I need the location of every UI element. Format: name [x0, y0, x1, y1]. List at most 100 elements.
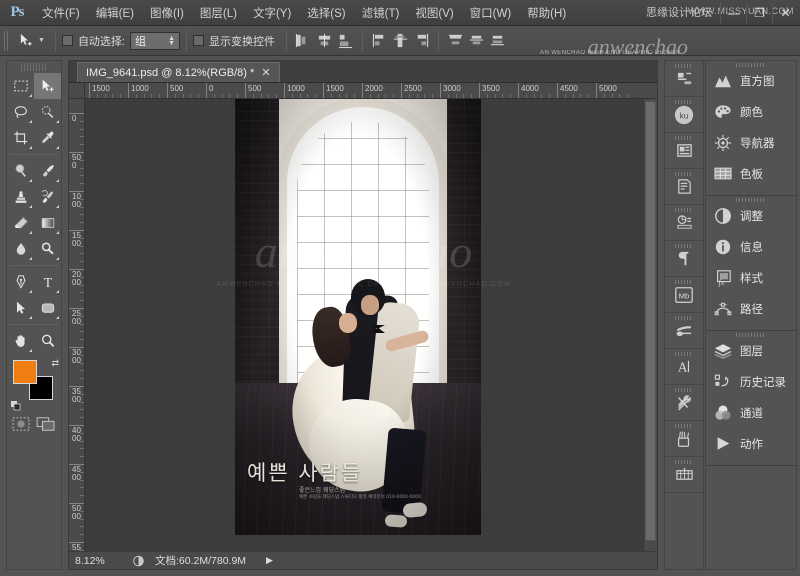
spot-healing-brush-tool[interactable] — [7, 158, 34, 184]
ruler-h-label: 0 — [206, 84, 213, 93]
paths-panel[interactable]: 路径 — [706, 293, 796, 324]
align-left-edges-icon[interactable] — [294, 31, 313, 50]
menu-item-2[interactable]: 图像(I) — [142, 2, 192, 24]
rectangular-marquee-tool[interactable] — [7, 73, 34, 99]
swatches-panel[interactable]: 色板 — [706, 158, 796, 189]
layers-panel[interactable]: 图层 — [706, 335, 796, 366]
status-more-arrow-icon[interactable]: ▶ — [266, 555, 273, 566]
canvas-vertical-scrollbar[interactable] — [643, 99, 657, 551]
character-panel-icon[interactable]: A — [665, 349, 703, 385]
menu-item-8[interactable]: 窗口(W) — [462, 2, 520, 24]
info-panel[interactable]: 信息 — [706, 231, 796, 262]
eyedropper-tool[interactable] — [34, 125, 61, 151]
dodge-tool[interactable] — [34, 236, 61, 262]
layer-comps-panel-icon[interactable] — [665, 133, 703, 169]
eraser-tool[interactable] — [7, 210, 34, 236]
distribute-bottom-edges-icon[interactable] — [488, 31, 507, 50]
ruler-h-label: 2500 — [401, 84, 422, 93]
menu-bar: Ps 文件(F)编辑(E)图像(I)图层(L)文字(Y)选择(S)滤镜(T)视图… — [0, 0, 800, 26]
vertical-ruler[interactable]: 0500100015002000250030003500400045005000… — [69, 99, 85, 551]
foreground-color-swatch[interactable] — [13, 360, 37, 384]
document-preview-icon[interactable] — [131, 554, 145, 567]
crop-tool[interactable] — [7, 125, 34, 151]
document-tab[interactable]: IMG_9641.psd @ 8.12%(RGB/8) * ✕ — [77, 62, 280, 82]
tool-preset-caret-icon[interactable]: ▼ — [38, 37, 45, 44]
default-colors-icon[interactable] — [11, 398, 21, 408]
align-top-edges-icon[interactable] — [370, 31, 389, 50]
horizontal-ruler[interactable]: 1500100050005001000150020002500300035004… — [85, 83, 657, 99]
clone-stamp-tool[interactable] — [7, 184, 34, 210]
measurement-log-panel-icon[interactable] — [665, 205, 703, 241]
histogram-icon — [714, 72, 732, 90]
menu-item-5[interactable]: 选择(S) — [299, 2, 353, 24]
blur-tool[interactable] — [7, 236, 34, 262]
menu-item-9[interactable]: 帮助(H) — [519, 2, 574, 24]
mini-bridge-panel-icon[interactable] — [665, 61, 703, 97]
document-tab-strip: IMG_9641.psd @ 8.12%(RGB/8) * ✕ — [69, 61, 657, 83]
menu-item-3[interactable]: 图层(L) — [192, 2, 245, 24]
edit-in-quick-mask-mode-icon[interactable] — [12, 416, 30, 437]
change-screen-mode-icon[interactable] — [36, 416, 56, 437]
close-button[interactable]: ✕ — [772, 3, 798, 23]
pen-tool[interactable] — [7, 269, 34, 295]
move-tool-icon[interactable] — [14, 30, 38, 52]
swap-colors-icon[interactable]: ⇄ — [51, 358, 59, 369]
options-bar-grip[interactable] — [4, 31, 10, 51]
lasso-tool[interactable] — [7, 99, 34, 125]
maximize-button[interactable]: ❐ — [746, 3, 772, 23]
gradient-tool[interactable] — [34, 210, 61, 236]
brush-panel-icon[interactable] — [665, 421, 703, 457]
paragraph-panel-icon[interactable] — [665, 241, 703, 277]
timeline-panel-icon[interactable] — [665, 457, 703, 493]
brush-presets-panel-icon[interactable] — [665, 313, 703, 349]
canvas-area[interactable]: 예쁜 사람들 좋은느낌 웨딩스냅 예쁜 사람들 웨딩스냅 스튜디오 촬영 예약문… — [85, 99, 643, 551]
image-subtitle-overlay: 좋은느낌 웨딩스냅 — [299, 485, 345, 494]
menu-item-4[interactable]: 文字(Y) — [245, 2, 299, 24]
minimize-button[interactable]: — — [720, 3, 746, 23]
menu-item-6[interactable]: 滤镜(T) — [354, 2, 408, 24]
zoom-level-field[interactable]: 8.12% — [75, 555, 121, 567]
horizontal-type-tool[interactable]: T — [34, 269, 61, 295]
distribute-vertical-centers-icon[interactable] — [467, 31, 486, 50]
quick-selection-tool[interactable] — [34, 99, 61, 125]
document-tab-close-icon[interactable]: ✕ — [261, 66, 270, 79]
notes-panel-icon[interactable] — [665, 169, 703, 205]
canvas-vertical-scroll-thumb[interactable] — [645, 101, 656, 541]
hand-tool[interactable] — [7, 328, 34, 354]
ruler-v-minor-tick — [80, 433, 84, 434]
ruler-v-minor-tick — [80, 316, 84, 317]
navigator-panel[interactable]: 导航器 — [706, 127, 796, 158]
show-transform-checkbox[interactable] — [193, 35, 204, 46]
distribute-top-edges-icon[interactable] — [446, 31, 465, 50]
align-bottom-edges-icon[interactable] — [412, 31, 431, 50]
tool-presets-panel-icon[interactable] — [665, 385, 703, 421]
path-selection-tool[interactable] — [7, 295, 34, 321]
rounded-rectangle-tool[interactable] — [34, 295, 61, 321]
adjustments-panel[interactable]: 调整 — [706, 200, 796, 231]
document-image[interactable]: 예쁜 사람들 좋은느낌 웨딩스냅 예쁜 사람들 웨딩스냅 스튜디오 촬영 예약문… — [235, 99, 481, 535]
histogram-panel[interactable]: 直方图 — [706, 65, 796, 96]
actions-panel-label: 动作 — [740, 436, 763, 452]
auto-select-checkbox[interactable] — [62, 35, 73, 46]
mini-bridge-folder-icon[interactable]: Mb — [665, 277, 703, 313]
paths-panel-label: 路径 — [740, 301, 763, 317]
color-panel[interactable]: 颜色 — [706, 96, 796, 127]
menu-item-1[interactable]: 编辑(E) — [88, 2, 142, 24]
brush-tool[interactable] — [34, 158, 61, 184]
move-tool[interactable] — [34, 73, 61, 99]
align-horizontal-centers-icon[interactable] — [315, 31, 334, 50]
zoom-tool[interactable] — [34, 328, 61, 354]
actions-panel[interactable]: 动作 — [706, 428, 796, 459]
history-panel[interactable]: 历史记录 — [706, 366, 796, 397]
menu-item-7[interactable]: 视图(V) — [407, 2, 461, 24]
tools-panel-grip[interactable] — [21, 63, 47, 71]
ruler-corner[interactable] — [69, 83, 85, 99]
history-brush-tool[interactable] — [34, 184, 61, 210]
align-right-edges-icon[interactable] — [336, 31, 355, 50]
auto-select-dropdown[interactable]: 组 ▲▼ — [130, 32, 180, 50]
align-vertical-centers-icon[interactable] — [391, 31, 410, 50]
channels-panel[interactable]: 通道 — [706, 397, 796, 428]
menu-item-0[interactable]: 文件(F) — [34, 2, 88, 24]
kuler-panel-icon[interactable]: ku — [665, 97, 703, 133]
styles-panel[interactable]: fx样式 — [706, 262, 796, 293]
